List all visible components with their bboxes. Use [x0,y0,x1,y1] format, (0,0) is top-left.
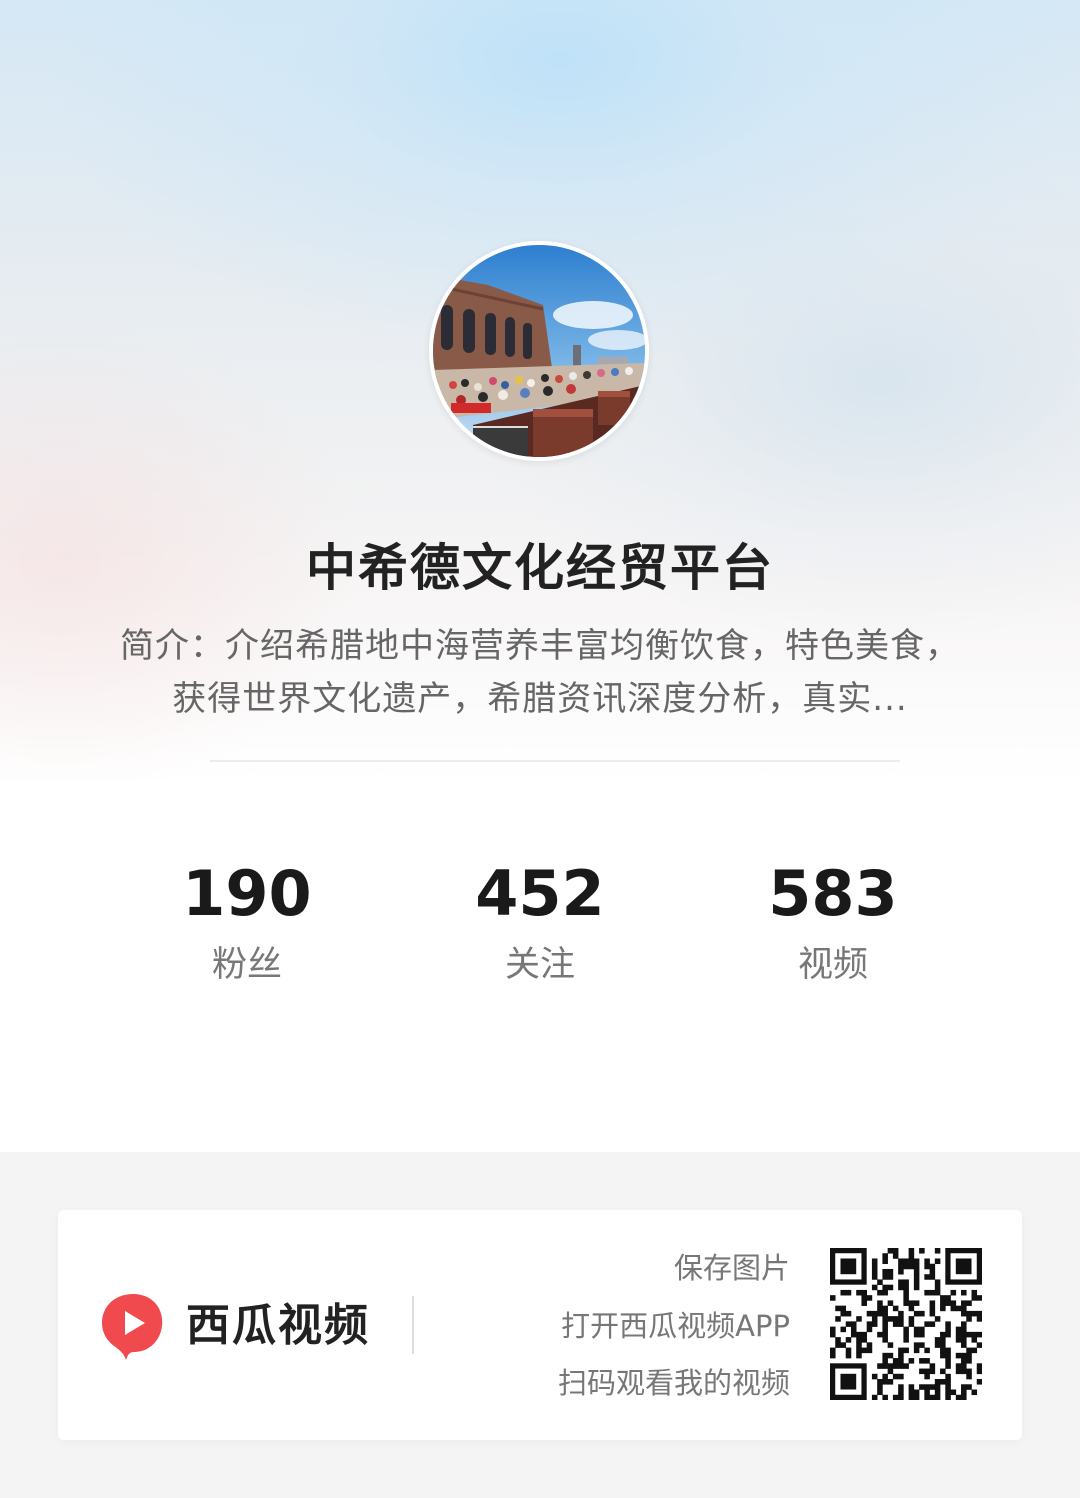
profile-bio[interactable]: 简介：介绍希腊地中海营养丰富均衡饮食，特色美食，获得世界文化遗产，希腊资讯深度分… [108,620,972,726]
stat-videos-label: 视频 [797,945,868,985]
stat-videos-value: 583 [768,857,898,930]
avatar[interactable] [429,241,649,461]
stat-followers[interactable]: 190 粉丝 [117,858,377,990]
stat-followers-value: 190 [182,857,312,930]
stat-following-label: 关注 [504,945,575,985]
section-divider [210,760,900,762]
save-image-button[interactable]: 保存图片 [674,1248,790,1288]
brand-name: 西瓜视频 [186,1300,370,1351]
stat-videos[interactable]: 583 视频 [703,858,963,990]
qr-code-icon [830,1248,983,1401]
open-app-text: 打开西瓜视频APP [561,1309,790,1343]
xigua-video-logo-icon [100,1290,166,1362]
stat-followers-label: 粉丝 [211,945,282,985]
scan-hint-text: 扫码观看我的视频 [557,1366,790,1400]
profile-name: 中希德文化经贸平台 [306,539,774,597]
stat-following[interactable]: 452 关注 [410,858,670,990]
card-divider [412,1296,414,1354]
stat-following-value: 452 [475,857,605,930]
